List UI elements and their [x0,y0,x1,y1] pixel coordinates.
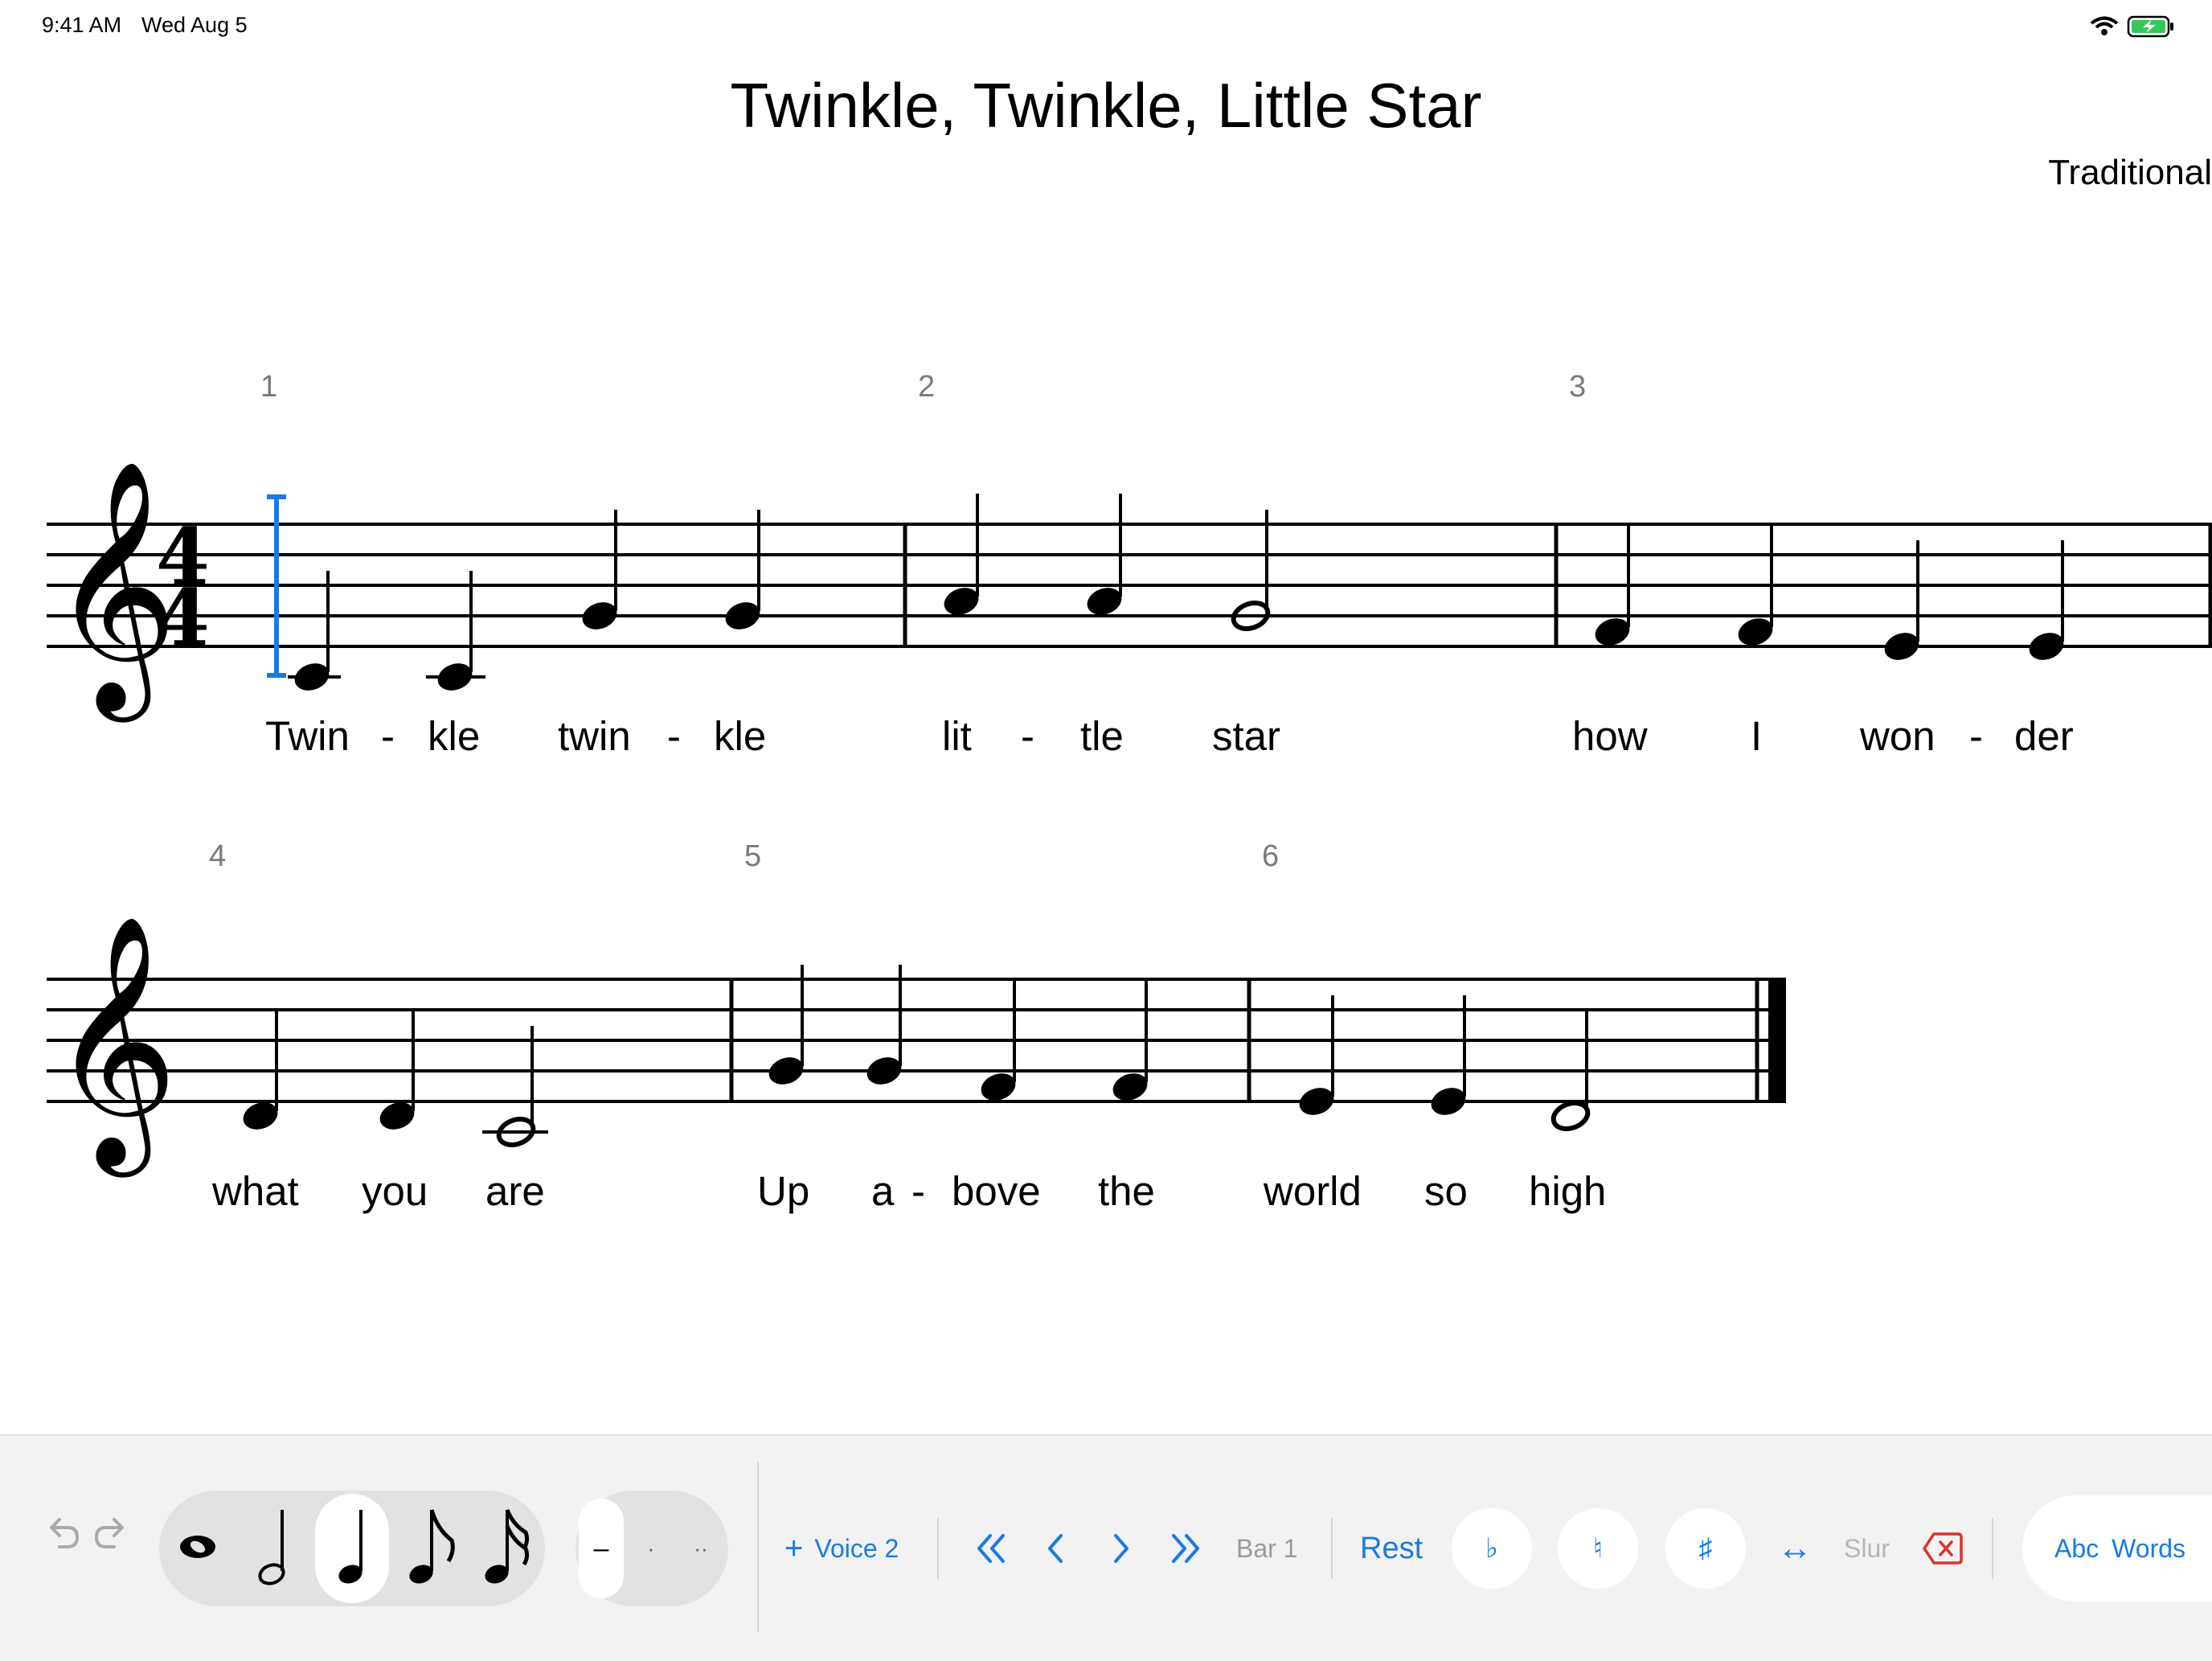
flip-icon[interactable]: ↔ [1773,1520,1817,1577]
lyric-hyphen: - [381,713,395,759]
slur-button[interactable]: Slur [1844,1523,1890,1574]
lyric[interactable]: won [1860,712,1936,760]
time-signature-bottom: 4 [156,572,210,663]
sixteenth-note-icon[interactable] [481,1505,532,1589]
delete-icon[interactable] [1923,1531,1963,1566]
bar-indicator: Bar 1 [1236,1533,1298,1563]
notes-measure-1 [288,510,760,691]
lyric[interactable]: I [1751,712,1762,760]
words-label: Words [2112,1533,2186,1563]
notes-measure-2 [944,494,1271,631]
lyric[interactable]: you [362,1167,428,1215]
toolbar-divider [1331,1518,1333,1579]
lyric[interactable]: lit [942,712,972,760]
lyric[interactable]: twin [558,712,631,760]
lyric-hyphen: - [1021,713,1034,759]
lyric[interactable]: kle [428,712,480,760]
treble-clef-icon: 𝄞 [50,913,178,1179]
lyric[interactable]: Up [757,1167,809,1215]
abc-label: Abc [2054,1533,2099,1563]
final-barline [1768,978,1786,1103]
staff-system-1 [47,523,2212,648]
previous-icon[interactable] [1042,1531,1071,1566]
lyric[interactable]: kle [714,712,766,760]
half-note-icon[interactable] [256,1505,296,1589]
voice-2-label: Voice 2 [814,1533,899,1563]
jump-to-start-icon[interactable] [974,1531,1010,1566]
eighth-note-icon[interactable] [405,1505,457,1589]
words-mode-button[interactable]: Abc Words [2054,1523,2185,1574]
whole-note-icon[interactable] [177,1531,219,1563]
lyric[interactable]: Twin [265,712,350,760]
notes-measure-5 [768,965,1148,1101]
lyric-hyphen: - [911,1168,925,1214]
lyric[interactable]: high [1529,1167,1606,1215]
lyric[interactable]: bove [952,1167,1041,1215]
jump-to-end-icon[interactable] [1167,1531,1202,1566]
notes-measure-6 [1299,995,1591,1131]
lyric[interactable]: star [1212,712,1280,760]
rest-button[interactable]: Rest [1360,1520,1423,1577]
undo-icon[interactable] [45,1515,82,1552]
lyric-hyphen: - [1969,713,1983,759]
natural-button[interactable]: ♮ [1558,1508,1638,1589]
staff-system-2 [47,978,1786,1103]
plus-icon: + [784,1530,804,1566]
next-icon[interactable] [1106,1531,1135,1566]
lyric[interactable]: what [212,1167,299,1215]
toolbar-divider [1992,1518,1993,1579]
lyric-hyphen: - [667,713,681,759]
flat-button[interactable]: ♭ [1452,1508,1532,1589]
lyric[interactable]: der [2014,712,2074,760]
toolbar-divider [937,1518,939,1579]
sharp-button[interactable]: ♯ [1665,1508,1746,1589]
toolbar-divider [757,1462,759,1632]
lyric[interactable]: tle [1080,712,1124,760]
add-voice-2-button[interactable]: + Voice 2 [784,1523,899,1574]
double-dot-button[interactable]: ·· [682,1523,720,1574]
lyric[interactable]: world [1264,1167,1362,1215]
redo-icon[interactable] [92,1515,129,1552]
lyric[interactable]: a [871,1167,894,1215]
notes-measure-3 [1595,526,2064,660]
no-dot-button[interactable]: – [582,1523,621,1574]
editing-toolbar: – · ·· + Voice 2 Bar 1 Rest ♭ ♮ ♯ ↔ Slur… [0,1434,2212,1661]
single-dot-button[interactable]: · [632,1523,670,1574]
lyric[interactable]: so [1424,1167,1468,1215]
lyric[interactable]: how [1572,712,1648,760]
lyric[interactable]: the [1098,1167,1155,1215]
quarter-note-icon[interactable] [334,1505,375,1589]
notes-measure-4 [243,1010,548,1147]
lyric[interactable]: are [485,1167,545,1215]
